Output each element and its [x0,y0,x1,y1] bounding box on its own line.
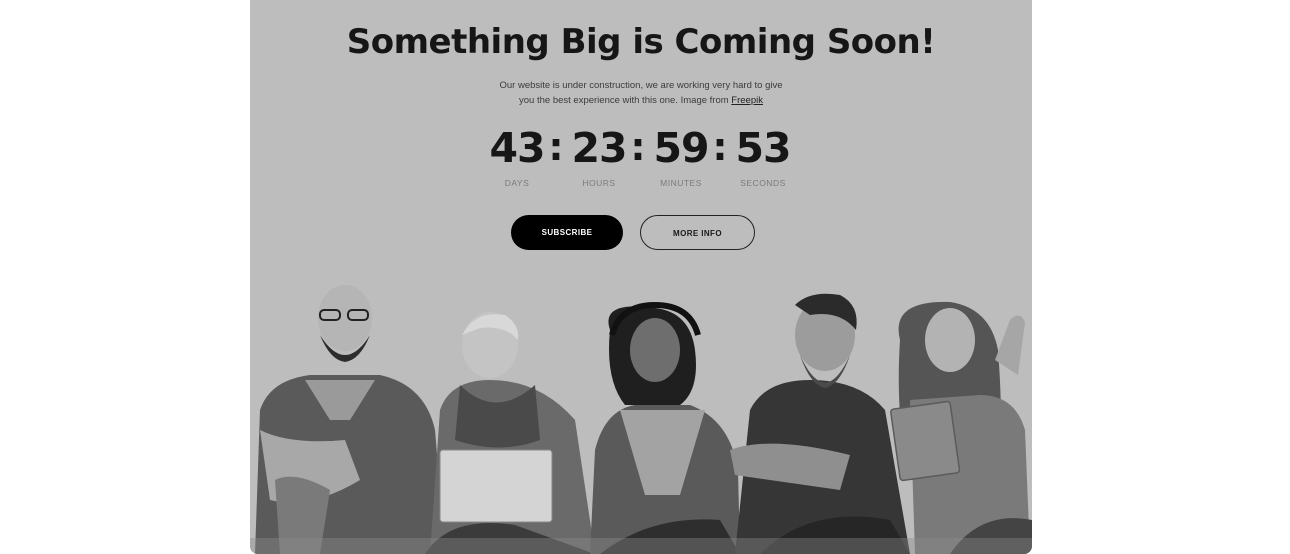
countdown-days: 43 DAYS [482,120,552,188]
minutes-label: MINUTES [660,178,702,188]
page: Something Big is Coming Soon! Our websit… [0,0,1290,554]
countdown-seconds: 53 SECONDS [728,120,798,188]
countdown-timer: 43 DAYS : 23 HOURS : 59 MINUTES : 53 SEC… [482,120,800,200]
subtitle-line-1: Our website is under construction, we ar… [499,80,783,91]
more-info-button[interactable]: MORE INFO [640,215,755,250]
seconds-label: SECONDS [740,178,786,188]
coming-soon-card: Something Big is Coming Soon! Our websit… [250,0,1032,554]
seconds-value: 53 [735,124,791,172]
people-photo [250,280,1032,554]
subtitle-line-2: you the best experience with this one. I… [519,95,732,106]
freepik-link[interactable]: Freepik [731,95,763,106]
days-value: 43 [489,124,545,172]
days-label: DAYS [504,178,530,188]
minutes-value: 59 [653,124,709,172]
countdown-separator: : [630,125,646,169]
subtitle: Our website is under construction, we ar… [250,78,1032,108]
countdown-hours: 23 HOURS [564,120,634,188]
countdown-separator: : [548,125,564,169]
subscribe-button[interactable]: SUBSCRIBE [511,215,623,250]
hours-label: HOURS [582,178,616,188]
countdown-minutes: 59 MINUTES [646,120,716,188]
countdown-separator: : [712,125,728,169]
page-title: Something Big is Coming Soon! [346,22,936,62]
hours-value: 23 [571,124,627,172]
